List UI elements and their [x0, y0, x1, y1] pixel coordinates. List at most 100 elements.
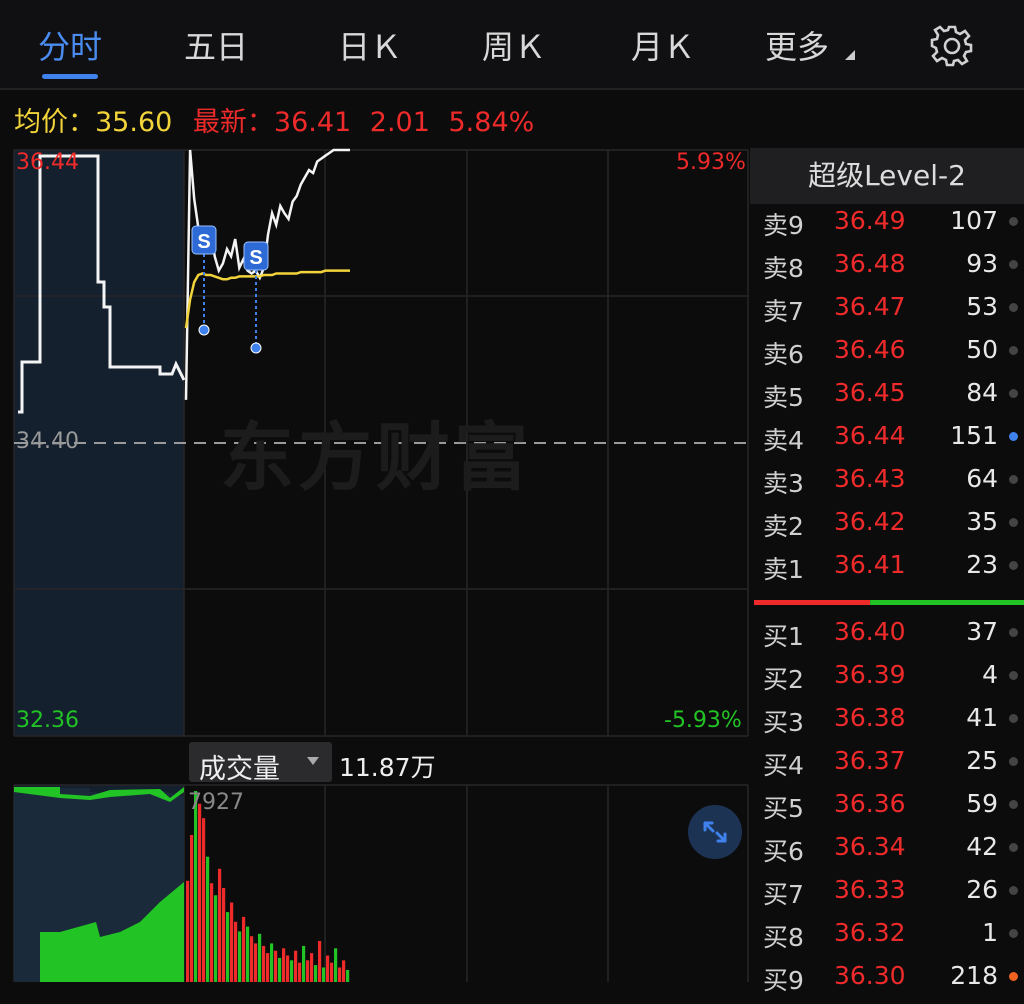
active-tab-indicator	[42, 74, 98, 79]
buy-sell-ratio-bar	[754, 600, 1024, 605]
volume-bar	[258, 933, 262, 982]
low-pct-label: -5.93%	[664, 708, 742, 733]
level-price: 36.47	[834, 292, 906, 321]
level-dot-icon	[1009, 757, 1018, 766]
tab-more[interactable]: 更多	[765, 22, 829, 68]
volume-bar	[322, 967, 326, 982]
level-quantity: 41	[966, 703, 998, 732]
quote-summary: 均价：35.60 最新：36.41 2.01 5.84%	[14, 100, 534, 139]
order-book-row[interactable]: 买9 36.30 218	[750, 961, 1024, 1004]
level-dot-icon	[1009, 671, 1018, 680]
level-label: 买4	[763, 751, 804, 780]
level-dot-icon	[1009, 432, 1018, 441]
level-price: 36.48	[834, 249, 906, 278]
volume-bar	[298, 962, 302, 982]
volume-bar	[318, 941, 322, 982]
order-book-row[interactable]: 买5 36.36 59	[750, 789, 1024, 832]
level-label: 买1	[763, 622, 804, 651]
level-quantity: 151	[950, 421, 998, 450]
order-book-row[interactable]: 卖5 36.45 84	[750, 378, 1024, 421]
level-dot-icon	[1009, 929, 1018, 938]
volume-bar	[330, 962, 334, 982]
level-quantity: 23	[966, 550, 998, 579]
level-dot-icon	[1009, 475, 1018, 484]
volume-bar	[230, 902, 234, 982]
order-book-row[interactable]: 卖6 36.46 50	[750, 335, 1024, 378]
volume-bar	[302, 945, 306, 982]
level-label: 买5	[763, 794, 804, 823]
expand-icon[interactable]	[688, 805, 742, 859]
dropdown-caret-icon	[307, 757, 319, 765]
level-price: 36.30	[834, 961, 906, 990]
level2-title: 超级Level-2	[750, 148, 1024, 204]
volume-bar	[210, 883, 214, 982]
level-label: 卖9	[763, 211, 804, 240]
volume-bar	[294, 950, 298, 982]
level-label: 卖7	[763, 297, 804, 326]
order-book-row[interactable]: 买8 36.32 1	[750, 918, 1024, 961]
volume-bar	[246, 926, 250, 982]
volume-bar	[310, 953, 314, 982]
level-label: 卖5	[763, 383, 804, 412]
order-book-row[interactable]: 卖4 36.44 151	[750, 421, 1024, 464]
period-tab-bar: 分时 五日 日Ｋ 周Ｋ 月Ｋ 更多	[0, 0, 1024, 88]
tab-five-day[interactable]: 五日	[184, 22, 248, 68]
level-quantity: 4	[982, 660, 998, 689]
avg-price-value: 35.60	[95, 107, 173, 138]
level-label: 卖4	[763, 426, 804, 455]
level-label: 卖8	[763, 254, 804, 283]
order-book-row[interactable]: 买1 36.40 37	[750, 617, 1024, 660]
level-label: 买3	[763, 708, 804, 737]
level-dot-icon	[1009, 843, 1018, 852]
more-caret-icon	[845, 50, 855, 60]
level-price: 36.42	[834, 507, 906, 536]
order-book-row[interactable]: 卖2 36.42 35	[750, 507, 1024, 550]
volume-bar	[250, 936, 254, 982]
level-quantity: 218	[950, 961, 998, 990]
tab-monthly-k[interactable]: 月Ｋ	[631, 22, 695, 68]
order-book-row[interactable]: 卖9 36.49 107	[750, 206, 1024, 249]
price-change: 2.01	[369, 107, 430, 138]
level-dot-icon	[1009, 217, 1018, 226]
level-quantity: 93	[966, 249, 998, 278]
level-dot-icon	[1009, 972, 1018, 981]
order-book-row[interactable]: 买7 36.33 26	[750, 875, 1024, 918]
high-price-label: 36.44	[16, 150, 79, 175]
level-label: 买2	[763, 665, 804, 694]
order-book-row[interactable]: 买2 36.39 4	[750, 660, 1024, 703]
level-quantity: 64	[966, 464, 998, 493]
order-book-row[interactable]: 买4 36.37 25	[750, 746, 1024, 789]
level-dot-icon	[1009, 561, 1018, 570]
volume-bar	[290, 960, 294, 982]
tab-daily-k[interactable]: 日Ｋ	[338, 22, 402, 68]
volume-bar	[222, 888, 226, 982]
volume-bar	[242, 916, 246, 982]
level-price: 36.43	[834, 464, 906, 493]
order-book-row[interactable]: 买6 36.34 42	[750, 832, 1024, 875]
volume-bar	[262, 945, 266, 982]
volume-bar	[202, 818, 206, 982]
volume-bar	[214, 895, 218, 982]
volume-indicator-select[interactable]: 成交量	[189, 742, 332, 785]
order-book-row[interactable]: 买3 36.38 41	[750, 703, 1024, 746]
tab-intraday[interactable]: 分时	[38, 22, 102, 68]
order-book-row[interactable]: 卖1 36.41 23	[750, 550, 1024, 593]
order-book-row[interactable]: 卖8 36.48 93	[750, 249, 1024, 292]
volume-bar	[346, 970, 350, 982]
tab-weekly-k[interactable]: 周Ｋ	[482, 22, 546, 68]
order-book-row[interactable]: 卖3 36.43 64	[750, 464, 1024, 507]
intraday-chart[interactable]: SS 36.44 5.93% 34.40 32.36 -5.93% 7927	[0, 142, 750, 987]
volume-select-label: 成交量	[199, 754, 280, 785]
level-dot-icon	[1009, 389, 1018, 398]
gear-icon[interactable]	[930, 24, 974, 68]
level-price: 36.36	[834, 789, 906, 818]
order-book-row[interactable]: 卖7 36.47 53	[750, 292, 1024, 335]
prev-close-label: 34.40	[16, 429, 79, 454]
level-price: 36.38	[834, 703, 906, 732]
level-price: 36.33	[834, 875, 906, 904]
high-pct-label: 5.93%	[676, 150, 746, 175]
level-quantity: 84	[966, 378, 998, 407]
volume-bar	[198, 803, 202, 982]
volume-bar	[338, 967, 342, 982]
level-quantity: 53	[966, 292, 998, 321]
